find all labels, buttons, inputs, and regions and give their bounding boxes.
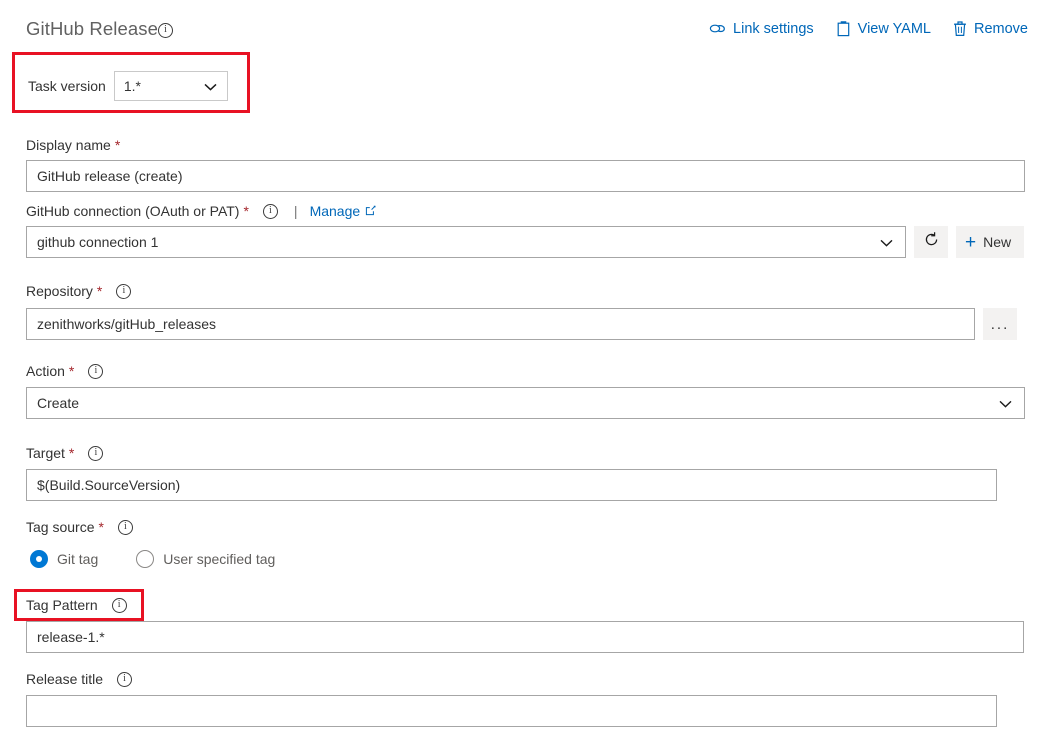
action-select[interactable]: Create xyxy=(26,387,1025,419)
task-version-label: Task version xyxy=(28,78,106,94)
manage-link[interactable]: Manage xyxy=(310,203,377,219)
task-version-select[interactable]: 1.* xyxy=(114,71,228,101)
chevron-down-icon xyxy=(999,395,1012,411)
clipboard-icon xyxy=(836,20,851,37)
github-connection-row: github connection 1 + New xyxy=(26,226,1026,258)
required-asterisk: * xyxy=(69,363,74,379)
target-label-row: Target * i xyxy=(26,445,997,461)
field-github-connection: GitHub connection (OAuth or PAT) * i | M… xyxy=(26,203,1026,258)
link-icon xyxy=(709,21,726,36)
task-version-value: 1.* xyxy=(124,78,141,94)
field-tag-pattern: Tag Pattern i release-1.* xyxy=(26,597,1024,653)
field-target: Target * i $(Build.SourceVersion) xyxy=(26,445,997,501)
tag-pattern-label: Tag Pattern xyxy=(26,597,98,613)
refresh-connection-button[interactable] xyxy=(914,226,948,258)
header-actions: Link settings View YAML xyxy=(709,20,1028,37)
display-name-value: GitHub release (create) xyxy=(37,168,183,184)
field-display-name: Display name * GitHub release (create) xyxy=(26,137,1025,192)
radio-user-specified-tag-label: User specified tag xyxy=(163,551,275,567)
required-asterisk: * xyxy=(115,137,120,153)
page-title: GitHub Release xyxy=(26,18,158,40)
repository-info-icon[interactable]: i xyxy=(116,284,131,299)
panel-header: GitHub Release i Link settings xyxy=(0,0,1050,52)
release-title-label-row: Release title i xyxy=(26,671,997,687)
task-version-row: Task version 1.* xyxy=(28,71,228,101)
plus-icon: + xyxy=(965,233,976,252)
action-value: Create xyxy=(37,395,79,411)
radio-selected-icon xyxy=(30,550,48,568)
release-title-label: Release title xyxy=(26,671,103,687)
github-connection-select[interactable]: github connection 1 xyxy=(26,226,906,258)
action-info-icon[interactable]: i xyxy=(88,364,103,379)
required-asterisk: * xyxy=(98,519,103,535)
title-info-icon[interactable]: i xyxy=(158,23,173,38)
tag-pattern-value: release-1.* xyxy=(37,629,105,645)
refresh-icon xyxy=(923,231,940,253)
view-yaml-label: View YAML xyxy=(858,21,931,37)
repository-browse-button[interactable]: ... xyxy=(983,308,1017,340)
tag-source-info-icon[interactable]: i xyxy=(118,520,133,535)
chevron-down-icon xyxy=(880,234,893,250)
chevron-down-icon xyxy=(204,78,217,94)
target-input[interactable]: $(Build.SourceVersion) xyxy=(26,469,997,501)
action-label-row: Action * i xyxy=(26,363,1025,379)
github-connection-info-icon[interactable]: i xyxy=(263,204,278,219)
required-asterisk: * xyxy=(97,283,102,299)
remove-button[interactable]: Remove xyxy=(953,20,1028,37)
required-asterisk: * xyxy=(69,445,74,461)
field-release-title: Release title i xyxy=(26,671,997,727)
ellipsis-icon: ... xyxy=(991,317,1010,332)
new-connection-label: New xyxy=(983,234,1011,250)
target-value: $(Build.SourceVersion) xyxy=(37,477,180,493)
radio-user-specified-tag[interactable]: User specified tag xyxy=(136,550,275,568)
field-repository: Repository * i zenithworks/gitHub_releas… xyxy=(26,283,1026,340)
radio-unselected-icon xyxy=(136,550,154,568)
tag-source-radio-group: Git tag User specified tag xyxy=(30,550,426,568)
target-label: Target xyxy=(26,445,65,461)
display-name-input[interactable]: GitHub release (create) xyxy=(26,160,1025,192)
tag-source-label: Tag source xyxy=(26,519,94,535)
tag-source-label-row: Tag source * i xyxy=(26,519,426,535)
field-action: Action * i Create xyxy=(26,363,1025,419)
repository-label-row: Repository * i xyxy=(26,283,1026,299)
link-settings-label: Link settings xyxy=(733,21,814,37)
radio-git-tag-label: Git tag xyxy=(57,551,98,567)
release-title-input[interactable] xyxy=(26,695,997,727)
required-asterisk: * xyxy=(243,203,248,219)
repository-label: Repository xyxy=(26,283,93,299)
remove-label: Remove xyxy=(974,21,1028,37)
repository-row: zenithworks/gitHub_releases ... xyxy=(26,308,1026,340)
view-yaml-button[interactable]: View YAML xyxy=(836,20,931,37)
action-label: Action xyxy=(26,363,65,379)
new-connection-button[interactable]: + New xyxy=(956,226,1024,258)
tag-pattern-input[interactable]: release-1.* xyxy=(26,621,1024,653)
github-connection-label: GitHub connection (OAuth or PAT) xyxy=(26,203,239,219)
tag-pattern-label-row: Tag Pattern i xyxy=(26,597,1024,613)
link-settings-button[interactable]: Link settings xyxy=(709,21,814,37)
tag-pattern-info-icon[interactable]: i xyxy=(112,598,127,613)
release-title-info-icon[interactable]: i xyxy=(117,672,132,687)
task-editor-panel: GitHub Release i Link settings xyxy=(0,0,1050,746)
external-link-icon xyxy=(365,203,376,219)
radio-git-tag[interactable]: Git tag xyxy=(30,550,98,568)
repository-value: zenithworks/gitHub_releases xyxy=(37,316,216,332)
repository-input[interactable]: zenithworks/gitHub_releases xyxy=(26,308,975,340)
manage-label: Manage xyxy=(310,203,361,219)
target-info-icon[interactable]: i xyxy=(88,446,103,461)
display-name-label: Display name xyxy=(26,137,111,153)
github-connection-value: github connection 1 xyxy=(37,234,158,250)
trash-icon xyxy=(953,20,967,37)
display-name-label-row: Display name * xyxy=(26,137,1025,153)
field-tag-source: Tag source * i Git tag User specified ta… xyxy=(26,519,426,568)
task-version-highlight: Task version 1.* xyxy=(12,52,250,113)
github-connection-label-row: GitHub connection (OAuth or PAT) * i | M… xyxy=(26,203,1026,219)
label-separator: | xyxy=(294,203,298,219)
